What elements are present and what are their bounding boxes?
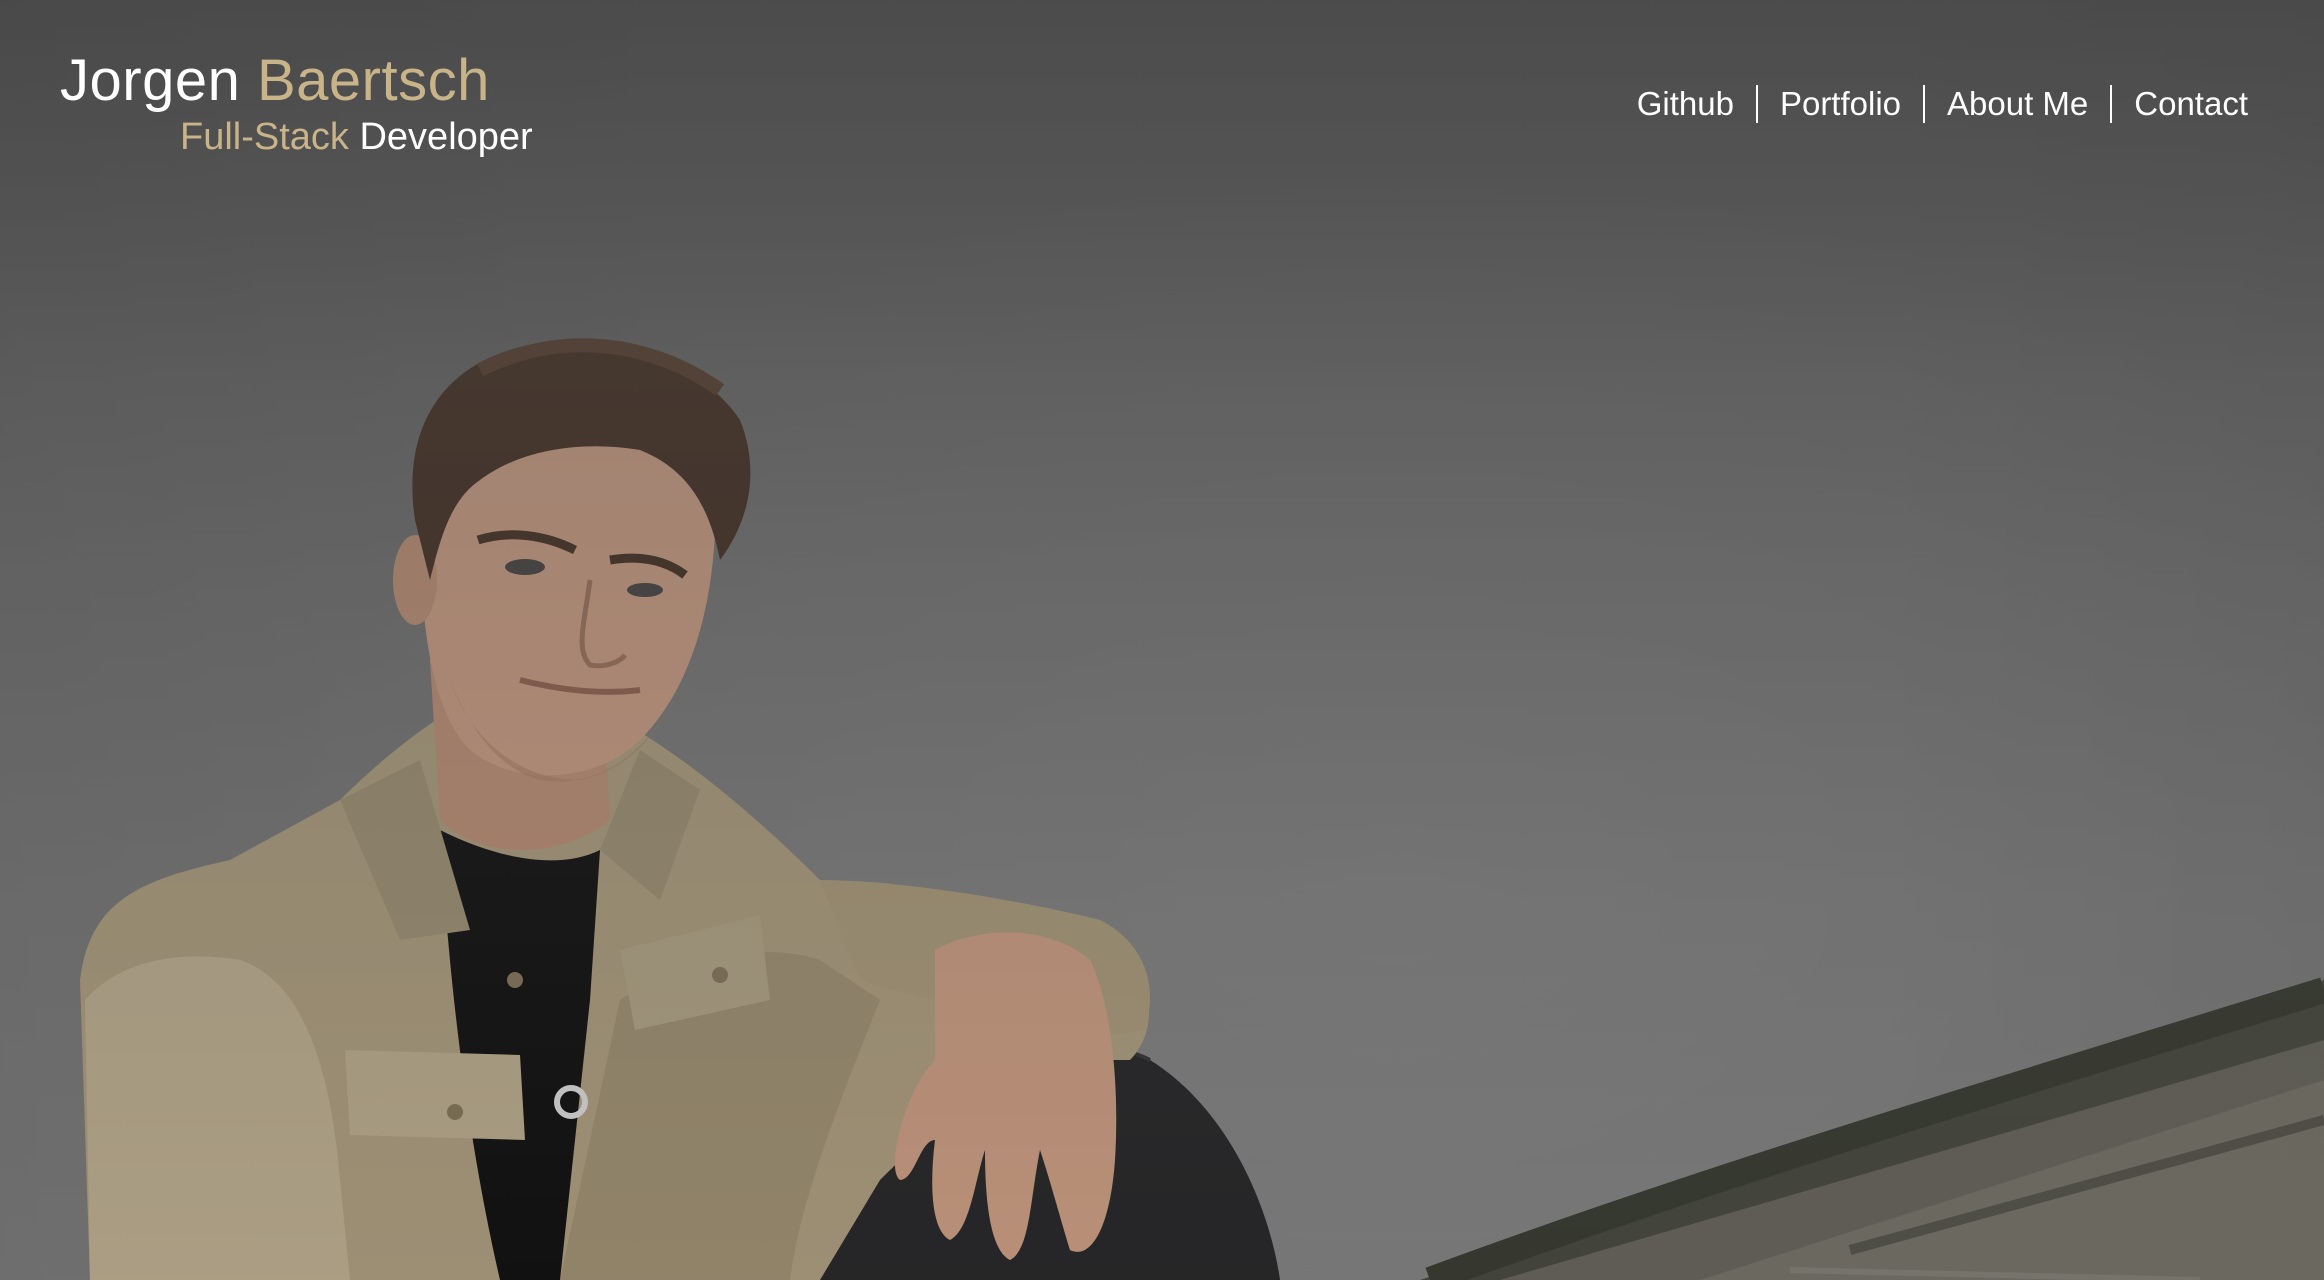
nav-contact[interactable]: Contact <box>2112 84 2248 124</box>
name-last: Baertsch <box>256 48 490 113</box>
nav-about-me[interactable]: About Me <box>1925 84 2110 124</box>
site-subtitle: Full-Stack Developer <box>180 114 533 160</box>
name-first: Jorgen <box>60 48 241 113</box>
subtitle-accent: Full-Stack <box>180 116 349 158</box>
site-title: Jorgen Baertsch <box>60 48 533 114</box>
nav-github[interactable]: Github <box>1615 84 1756 124</box>
hero-section: Jorgen Baertsch Full-Stack Developer Git… <box>0 0 2324 1280</box>
main-nav: Github Portfolio About Me Contact <box>1615 84 2248 124</box>
site-brand[interactable]: Jorgen Baertsch Full-Stack Developer <box>60 48 533 160</box>
subtitle-rest: Developer <box>359 116 533 158</box>
nav-portfolio[interactable]: Portfolio <box>1758 84 1923 124</box>
dark-overlay <box>0 0 2324 1280</box>
